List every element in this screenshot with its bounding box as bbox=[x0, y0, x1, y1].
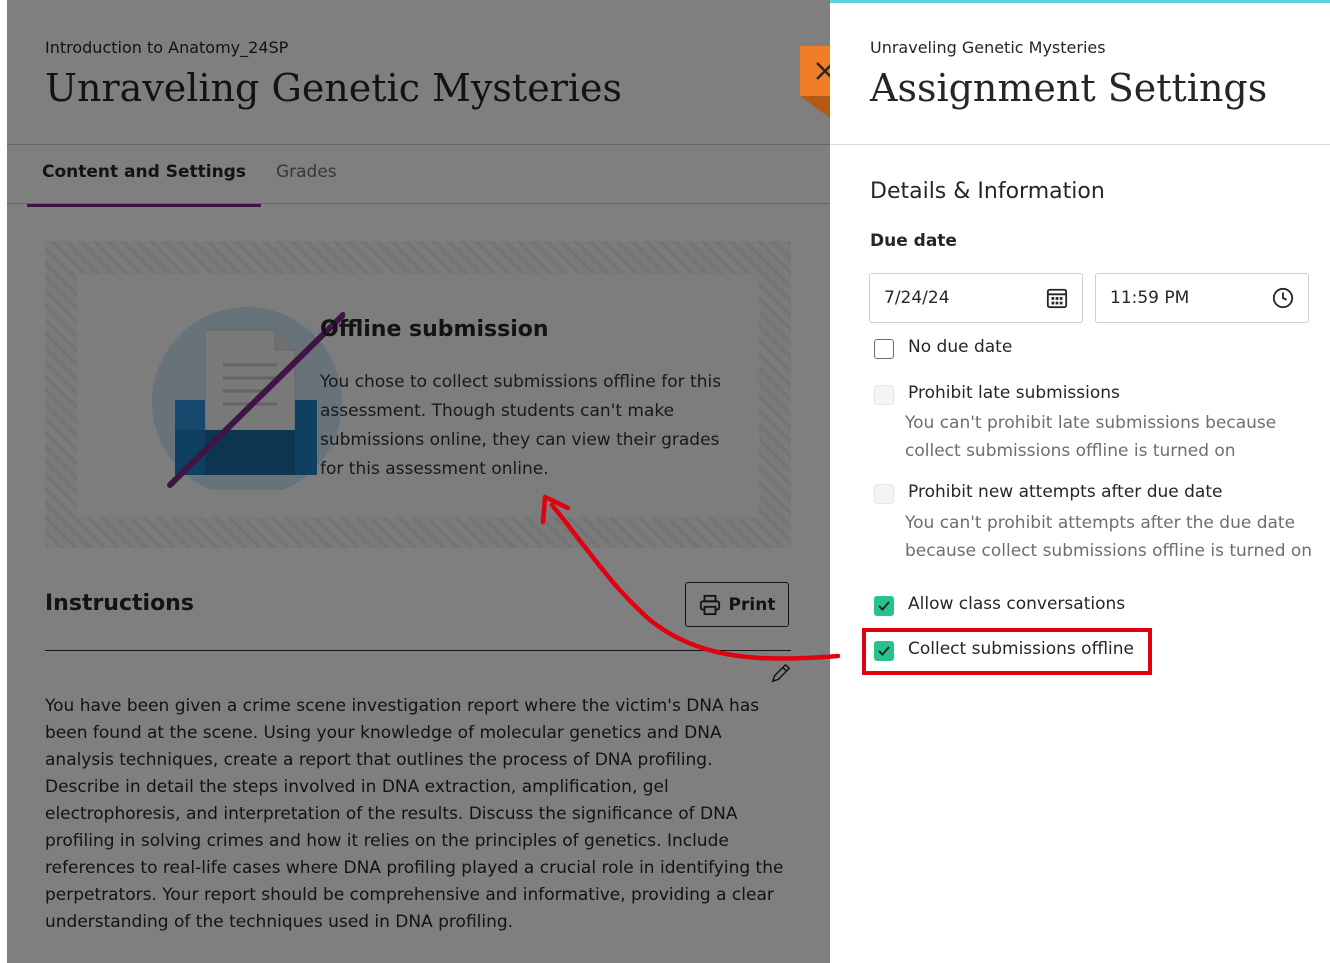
modal-backdrop[interactable] bbox=[0, 0, 830, 963]
no-due-date-checkbox[interactable] bbox=[874, 339, 894, 359]
course-page: Introduction to Anatomy_24SP Unraveling … bbox=[0, 0, 830, 963]
due-time-input[interactable]: 11:59 PM bbox=[1095, 273, 1309, 323]
prohibit-late-row: Prohibit late submissions bbox=[874, 383, 1120, 405]
due-time-value: 11:59 PM bbox=[1110, 288, 1190, 308]
due-date-value: 7/24/24 bbox=[884, 288, 950, 308]
details-heading: Details & Information bbox=[870, 179, 1105, 204]
allow-conversations-label: Allow class conversations bbox=[908, 594, 1126, 614]
page-edge bbox=[0, 0, 7, 963]
prohibit-attempts-checkbox bbox=[874, 484, 894, 504]
assignment-settings-panel: Unraveling Genetic Mysteries Assignment … bbox=[830, 0, 1330, 963]
panel-subtitle: Unraveling Genetic Mysteries bbox=[870, 38, 1106, 57]
panel-header-divider bbox=[830, 144, 1330, 145]
allow-conversations-checkbox[interactable] bbox=[874, 596, 894, 616]
prohibit-attempts-row: Prohibit new attempts after due date bbox=[874, 482, 1222, 504]
checkmark-icon bbox=[878, 601, 890, 611]
prohibit-late-label: Prohibit late submissions bbox=[908, 383, 1120, 403]
close-tab-fold bbox=[800, 96, 830, 118]
no-due-date-label: No due date bbox=[908, 337, 1013, 357]
due-date-label: Due date bbox=[870, 231, 957, 251]
prohibit-attempts-help: You can't prohibit attempts after the du… bbox=[905, 513, 1313, 561]
prohibit-attempts-label: Prohibit new attempts after due date bbox=[908, 482, 1223, 502]
calendar-icon[interactable] bbox=[1046, 287, 1068, 309]
clock-icon[interactable] bbox=[1272, 287, 1294, 309]
prohibit-late-checkbox bbox=[874, 385, 894, 405]
due-date-input[interactable]: 7/24/24 bbox=[869, 273, 1083, 323]
panel-title: Assignment Settings bbox=[870, 66, 1268, 110]
prohibit-late-help: You can't prohibit late submissions beca… bbox=[905, 413, 1277, 461]
no-due-date-row[interactable]: No due date bbox=[874, 337, 1012, 359]
allow-conversations-row[interactable]: Allow class conversations bbox=[874, 594, 1125, 616]
highlight-box bbox=[862, 628, 1152, 675]
